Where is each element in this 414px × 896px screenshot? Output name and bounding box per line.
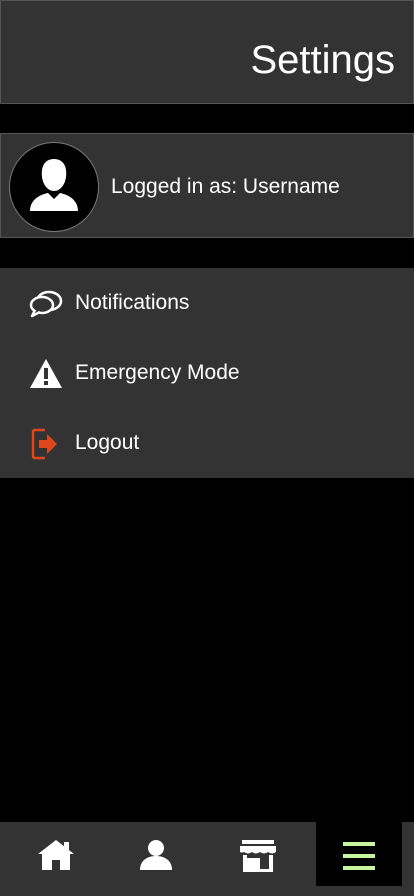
chat-bubbles-icon	[29, 290, 63, 318]
menu-icon	[343, 842, 375, 870]
page-title: Settings	[250, 38, 395, 82]
bottom-nav	[0, 822, 414, 896]
menu-item-label: Logout	[75, 431, 140, 454]
nav-menu[interactable]	[316, 822, 402, 886]
menu-item-logout[interactable]: Logout	[0, 408, 414, 478]
user-silhouette-icon	[30, 159, 78, 211]
home-icon	[38, 840, 74, 870]
menu-item-label: Notifications	[75, 291, 190, 314]
nav-home[interactable]	[6, 822, 104, 886]
avatar	[9, 142, 99, 232]
settings-menu: Notifications Emergency Mode Logout	[0, 268, 414, 478]
nav-profile[interactable]	[106, 822, 204, 886]
menu-item-emergency-mode[interactable]: Emergency Mode	[0, 338, 414, 408]
profile-card: Logged in as: Username	[0, 133, 414, 238]
header-bar: Settings	[0, 0, 414, 104]
logged-in-label: Logged in as: Username	[111, 175, 340, 198]
menu-item-notifications[interactable]: Notifications	[0, 268, 414, 338]
menu-item-label: Emergency Mode	[75, 361, 240, 384]
store-icon	[240, 840, 276, 872]
nav-store[interactable]	[206, 822, 304, 886]
user-icon	[140, 840, 172, 870]
warning-icon	[30, 359, 62, 388]
logout-icon	[31, 428, 57, 460]
